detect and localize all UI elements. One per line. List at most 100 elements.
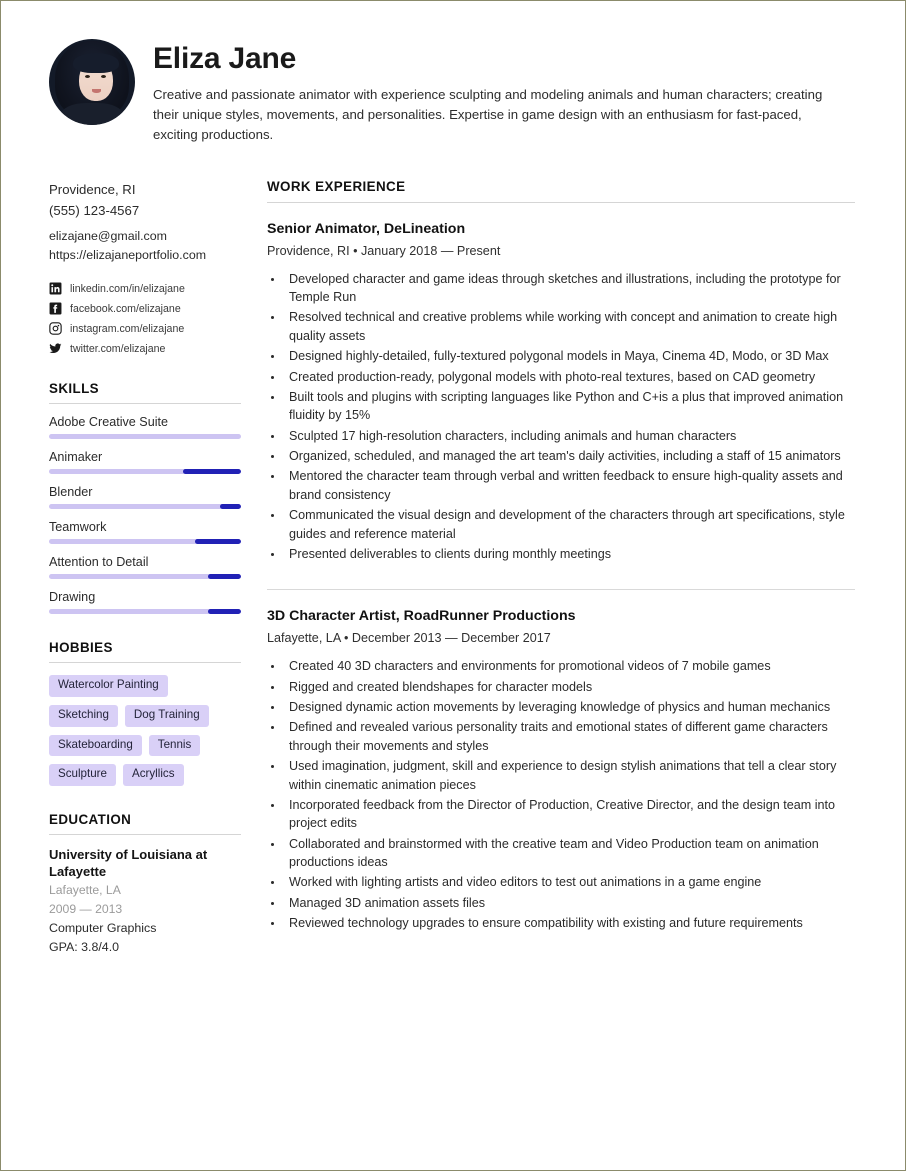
skill-label: Drawing	[49, 590, 96, 605]
avatar-fringe	[73, 53, 119, 73]
sidebar: Providence, RI (555) 123-4567 elizajane@…	[49, 179, 241, 958]
social-label: twitter.com/elizajane	[70, 342, 166, 355]
skill-item: Blender	[49, 485, 241, 510]
divider	[49, 834, 241, 836]
skill-item: Adobe Creative Suite	[49, 415, 241, 440]
resume-page: Eliza Jane Creative and passionate anima…	[0, 0, 906, 1171]
hobby-tag-list: Watercolor Painting Sketching Dog Training…	[49, 675, 241, 787]
skills-section: SKILLS Adobe Creative Suite Animaker Blend…	[49, 381, 241, 615]
social-link-linkedin[interactable]: linkedin.com/in/elizajane	[49, 282, 241, 295]
hobby-tag: Watercolor Painting	[49, 675, 168, 697]
avatar	[49, 39, 135, 125]
social-link-instagram[interactable]: instagram.com/elizajane	[49, 322, 241, 335]
skill-label: Attention to Detail	[49, 555, 149, 570]
skill-progress-bar	[49, 539, 241, 545]
work-experience-heading: WORK EXPERIENCE	[267, 178, 406, 194]
hobby-tag: Skateboarding	[49, 734, 142, 757]
hobby-tag: Acryllics	[122, 764, 184, 787]
linkedin-icon	[49, 282, 62, 295]
skill-progress-bar	[49, 469, 241, 475]
divider	[267, 201, 855, 203]
skill-progress-fill	[208, 609, 241, 615]
job-bullet: Presented deliverables to clients during…	[284, 545, 855, 563]
social-link-twitter[interactable]: twitter.com/elizajane	[49, 342, 241, 355]
skill-progress-fill	[219, 504, 241, 510]
skill-progress-bar	[49, 574, 241, 580]
job-bullet: Resolved technical and creative problems…	[284, 308, 855, 345]
social-label: facebook.com/elizajane	[70, 302, 181, 315]
contact-phone: (555) 123-4567	[49, 203, 140, 219]
education-dates: 2009 — 2013	[49, 901, 123, 916]
page-title: Eliza Jane	[153, 42, 297, 75]
job-bullet: Collaborated and brainstormed with the c…	[284, 835, 855, 872]
skill-label: Animaker	[49, 450, 103, 465]
hobby-tag: Dog Training	[124, 704, 209, 727]
hobby-tag: Tennis	[148, 734, 201, 757]
job-bullet: Sculpted 17 high-resolution characters, …	[284, 427, 855, 445]
education-major: Computer Graphics	[49, 920, 157, 935]
education-heading: EDUCATION	[49, 812, 132, 828]
hobbies-section: HOBBIES Watercolor Painting Sketching Dog …	[49, 640, 241, 787]
skill-label: Blender	[49, 485, 93, 500]
job-bullet: Incorporated feedback from the Director …	[284, 796, 855, 833]
skill-label: Adobe Creative Suite	[49, 415, 169, 430]
education-school: University of Louisiana at Lafayette	[49, 847, 208, 880]
social-links: linkedin.com/in/elizajane facebook.com/e…	[49, 282, 241, 355]
job-bullet: Reviewed technology upgrades to ensure c…	[284, 914, 855, 932]
work-experience-section: WORK EXPERIENCE Senior Animator, DeLinea…	[267, 179, 855, 935]
education-gpa: GPA: 3.8/4.0	[49, 939, 120, 954]
hobby-tag: Sketching	[49, 704, 118, 727]
job-entry: Senior Animator, DeLineation Providence, …	[267, 221, 855, 564]
job-bullet: Designed highly-detailed, fully-textured…	[284, 347, 855, 365]
contact-location: Providence, RI	[49, 181, 136, 197]
social-link-facebook[interactable]: facebook.com/elizajane	[49, 302, 241, 315]
skill-label: Teamwork	[49, 520, 107, 535]
job-bullet: Built tools and plugins with scripting l…	[284, 388, 855, 425]
skill-progress-bar	[49, 609, 241, 615]
hobbies-heading: HOBBIES	[49, 640, 113, 656]
job-title: Senior Animator, DeLineation	[267, 220, 466, 237]
divider	[267, 589, 855, 591]
avatar-mouth	[92, 89, 101, 93]
skill-item: Animaker	[49, 450, 241, 475]
job-meta: Lafayette, LA • December 2013 — December…	[267, 631, 551, 646]
skill-item: Drawing	[49, 590, 241, 615]
job-bullet: Worked with lighting artists and video e…	[284, 873, 855, 891]
social-label: linkedin.com/in/elizajane	[70, 282, 185, 295]
hobby-tag: Sculpture	[49, 764, 116, 787]
job-bullet-list: Created 40 3D characters and environment…	[284, 657, 855, 932]
job-bullet: Communicated the visual design and devel…	[284, 506, 855, 543]
avatar-eye-right	[101, 75, 106, 78]
instagram-icon	[49, 322, 62, 335]
job-bullet: Created production-ready, polygonal mode…	[284, 368, 855, 386]
divider	[49, 403, 241, 405]
contact-block: Providence, RI (555) 123-4567 elizajane@…	[49, 179, 241, 264]
skill-item: Attention to Detail	[49, 555, 241, 580]
job-bullet: Rigged and created blendshapes for chara…	[284, 678, 855, 696]
job-title: 3D Character Artist, RoadRunner Producti…	[267, 608, 576, 625]
education-location: Lafayette, LA	[49, 882, 121, 897]
divider	[49, 662, 241, 664]
job-bullet-list: Developed character and game ideas throu…	[284, 270, 855, 564]
contact-email[interactable]: elizajane@gmail.com	[49, 227, 241, 245]
job-meta: Providence, RI • January 2018 — Present	[267, 243, 501, 258]
job-entry: 3D Character Artist, RoadRunner Producti…	[267, 608, 855, 932]
skill-progress-fill	[208, 574, 241, 580]
contact-website[interactable]: https://elizajaneportfolio.com	[49, 246, 241, 264]
job-bullet: Defined and revealed various personality…	[284, 718, 855, 755]
job-bullet: Created 40 3D characters and environment…	[284, 657, 855, 675]
job-bullet: Used imagination, judgment, skill and ex…	[284, 757, 855, 794]
job-bullet: Developed character and game ideas throu…	[284, 270, 855, 307]
professional-summary: Creative and passionate animator with ex…	[153, 86, 823, 142]
job-bullet: Managed 3D animation assets files	[284, 894, 855, 912]
resume-header: Eliza Jane Creative and passionate anima…	[49, 39, 855, 145]
skill-progress-fill	[194, 539, 241, 545]
skill-item: Teamwork	[49, 520, 241, 545]
twitter-icon	[49, 343, 62, 354]
skill-progress-bar	[49, 434, 241, 440]
education-section: EDUCATION University of Louisiana at Laf…	[49, 812, 241, 957]
job-bullet: Mentored the character team through verb…	[284, 467, 855, 504]
social-label: instagram.com/elizajane	[70, 322, 185, 335]
job-bullet: Designed dynamic action movements by lev…	[284, 698, 855, 716]
avatar-eye-left	[85, 75, 90, 78]
